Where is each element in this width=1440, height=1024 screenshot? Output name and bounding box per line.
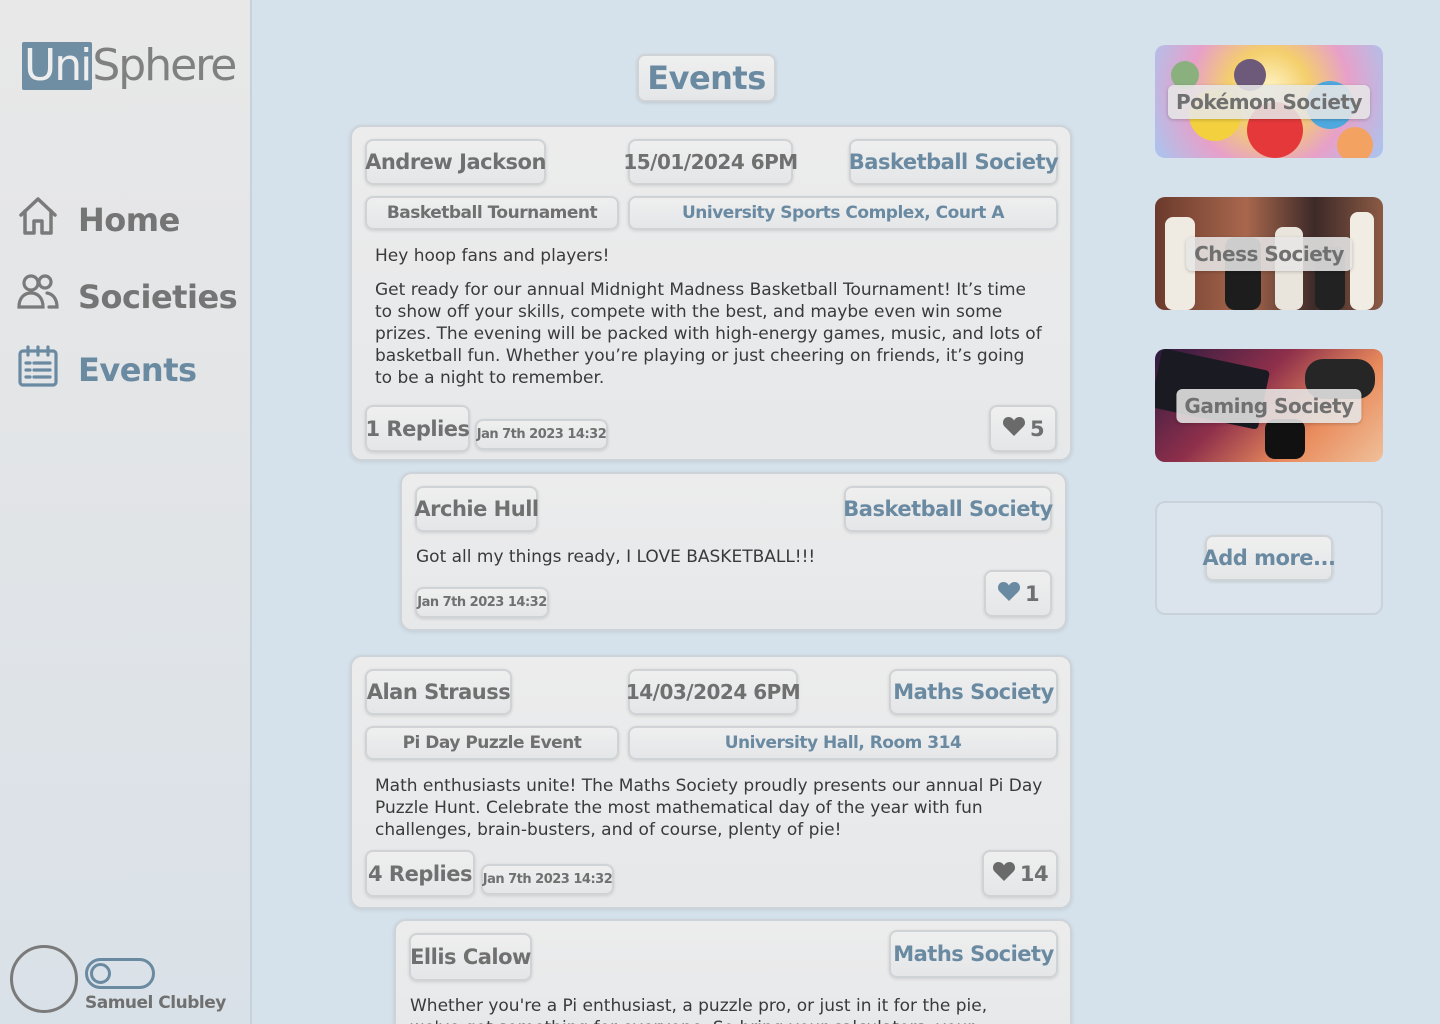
like-count: 1 <box>1024 581 1040 606</box>
event-name-chip: Pi Day Puzzle Event <box>365 726 619 760</box>
society-card-chess[interactable]: Chess Society <box>1155 197 1383 310</box>
like-button[interactable]: 1 <box>984 570 1052 617</box>
date-chip: 15/01/2024 6PM <box>623 139 798 185</box>
heart-icon <box>992 860 1020 887</box>
heart-icon <box>1002 415 1030 442</box>
timestamp: Jan 7th 2023 14:32 <box>475 419 608 450</box>
user-name: Samuel Clubley <box>85 993 226 1013</box>
event-body: Hey hoop fans and players! Get ready for… <box>375 245 1045 401</box>
logo-sphere: Sphere <box>92 40 237 91</box>
author-chip[interactable]: Ellis Calow <box>409 933 532 981</box>
nav-societies[interactable]: Societies <box>16 271 238 323</box>
location-chip: University Sports Complex, Court A <box>628 196 1058 230</box>
nav-home-label: Home <box>78 201 180 239</box>
like-button[interactable]: 5 <box>989 405 1057 452</box>
society-chip[interactable]: Basketball Society <box>849 139 1059 185</box>
sidebar: UniSphere Home Societies Events Samuel C… <box>0 0 252 1024</box>
society-card-pokemon[interactable]: Pokémon Society <box>1155 45 1383 158</box>
timestamp: Jan 7th 2023 14:32 <box>481 864 614 895</box>
event-card: Andrew Jackson 15/01/2024 6PM Basketball… <box>350 125 1072 461</box>
event-body: Math enthusiasts unite! The Maths Societ… <box>375 775 1045 853</box>
app-logo[interactable]: UniSphere <box>22 40 237 94</box>
heart-icon-liked <box>997 580 1025 607</box>
timestamp: Jan 7th 2023 14:32 <box>415 587 549 618</box>
society-label: Gaming Society <box>1176 388 1362 423</box>
society-card-gaming[interactable]: Gaming Society <box>1155 349 1383 462</box>
event-card: Alan Strauss 14/03/2024 6PM Maths Societ… <box>350 655 1072 909</box>
nav-events[interactable]: Events <box>16 344 197 396</box>
society-chip[interactable]: Maths Society <box>889 930 1058 978</box>
nav-home[interactable]: Home <box>16 194 180 246</box>
reply-card: Archie Hull Basketball Society Got all m… <box>400 472 1067 631</box>
body-paragraph: Math enthusiasts unite! The Maths Societ… <box>375 776 1043 840</box>
calendar-icon <box>16 344 60 396</box>
replies-button[interactable]: 4 Replies <box>365 850 475 897</box>
body-paragraph: Hey hoop fans and players! <box>375 246 610 266</box>
society-chip[interactable]: Basketball Society <box>843 486 1053 532</box>
society-label: Pokémon Society <box>1167 84 1371 119</box>
add-more-button[interactable]: Add more... <box>1203 535 1336 581</box>
theme-toggle[interactable] <box>85 958 155 989</box>
nav-societies-label: Societies <box>78 278 238 316</box>
event-name-chip: Basketball Tournament <box>365 196 619 230</box>
society-chip[interactable]: Maths Society <box>889 669 1058 715</box>
like-count: 5 <box>1029 416 1045 441</box>
add-more-card: Add more... <box>1155 501 1383 615</box>
society-label: Chess Society <box>1186 236 1352 271</box>
reply-body: Got all my things ready, I LOVE BASKETBA… <box>416 547 816 567</box>
replies-button[interactable]: 1 Replies <box>365 405 470 452</box>
body-paragraph: Get ready for our annual Midnight Madnes… <box>375 280 1042 388</box>
date-chip: 14/03/2024 6PM <box>626 669 801 715</box>
like-count: 14 <box>1019 861 1049 886</box>
logo-uni: Uni <box>22 40 92 91</box>
avatar[interactable] <box>10 945 78 1013</box>
toggle-knob <box>90 963 111 984</box>
home-icon <box>16 194 60 246</box>
location-chip: University Hall, Room 314 <box>628 726 1058 760</box>
author-chip[interactable]: Andrew Jackson <box>365 139 546 185</box>
page-title: Events <box>637 54 776 102</box>
author-chip[interactable]: Alan Strauss <box>365 669 512 715</box>
reply-body: Whether you're a Pi enthusiast, a puzzle… <box>410 996 988 1024</box>
nav-events-label: Events <box>78 351 197 389</box>
societies-icon <box>16 271 60 323</box>
like-button[interactable]: 14 <box>982 850 1058 897</box>
reply-card: Ellis Calow Maths Society Whether you're… <box>394 919 1072 1024</box>
author-chip[interactable]: Archie Hull <box>414 486 539 532</box>
